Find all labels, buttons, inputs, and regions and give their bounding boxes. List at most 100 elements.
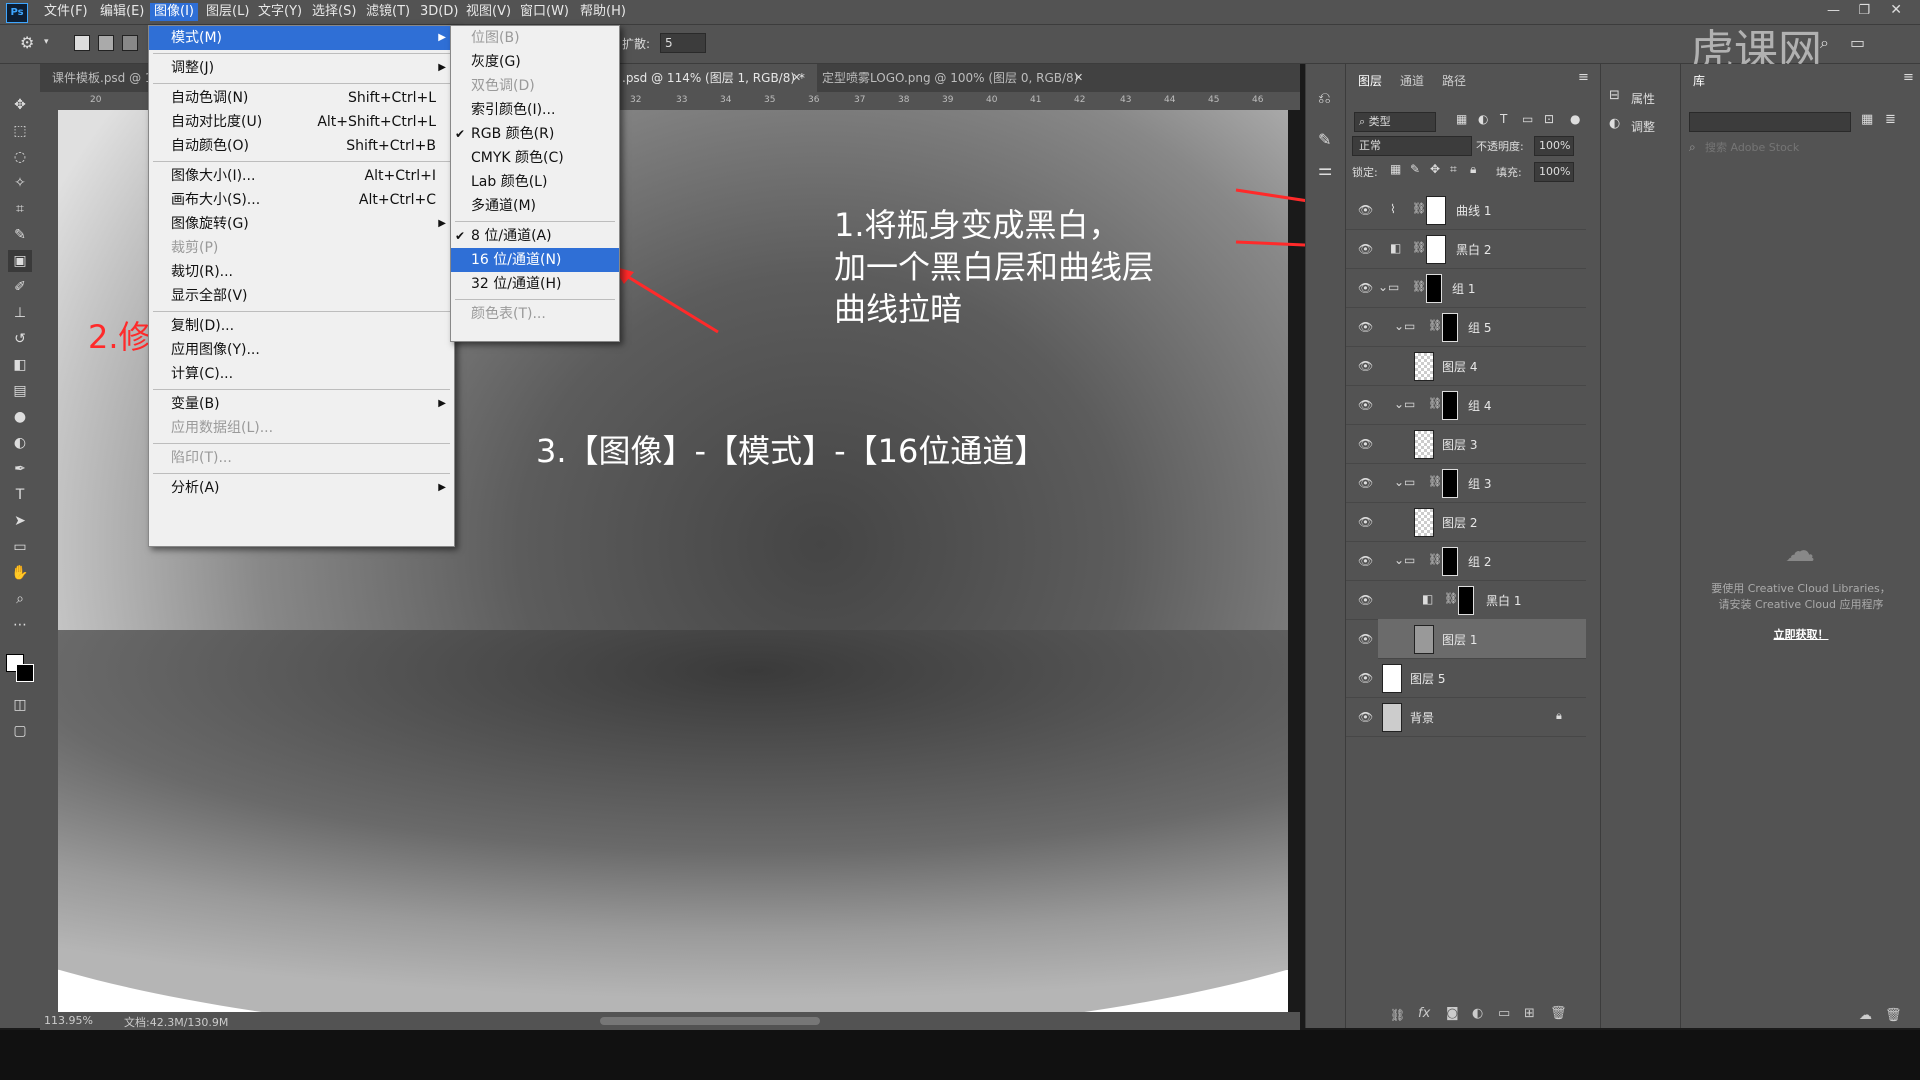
menu-item-mode[interactable]: 模式(M) ▶ — [149, 26, 454, 50]
trash-icon[interactable]: 🗑︎ — [1550, 1006, 1567, 1021]
menu-item-duplicate[interactable]: 复制(D)... — [149, 314, 454, 338]
mode-item-8bit[interactable]: ✔ 8 位/通道(A) — [451, 224, 619, 248]
zoom-level[interactable]: 113.95% — [44, 1014, 93, 1027]
marquee-tool-icon[interactable]: ⬚ — [8, 120, 32, 142]
pen-tool-icon[interactable]: ✒ — [8, 458, 32, 480]
add-mask-icon[interactable]: ◙ — [1446, 1006, 1459, 1021]
mode-item-cmyk[interactable]: CMYK 颜色(C) — [451, 146, 619, 170]
zoom-tool-icon[interactable]: ⌕ — [8, 588, 32, 610]
fill-input[interactable]: 100% — [1534, 162, 1574, 182]
filter-toggle-icon[interactable]: ● — [1570, 112, 1580, 126]
adjustments-label[interactable]: 调整 — [1631, 118, 1655, 135]
menu-3d[interactable]: 3D(D) — [416, 3, 462, 21]
visibility-eye-icon[interactable]: 👁︎ — [1358, 281, 1373, 295]
layer-row[interactable]: 👁︎ 图层 4 — [1346, 346, 1586, 386]
horizontal-scrollbar[interactable] — [600, 1017, 820, 1025]
tab-layers[interactable]: 图层 — [1358, 72, 1382, 89]
visibility-eye-icon[interactable]: 👁︎ — [1358, 710, 1373, 724]
tab-active-document[interactable]: .psd @ 114% (图层 1, RGB/8) * — [610, 64, 817, 92]
visibility-eye-icon[interactable]: 👁︎ — [1358, 593, 1373, 607]
new-layer-icon[interactable]: ⊞ — [1524, 1006, 1535, 1021]
lasso-tool-icon[interactable]: ◌ — [8, 146, 32, 168]
history-brush-icon[interactable]: ↺ — [8, 328, 32, 350]
restore-icon[interactable]: ❐ — [1858, 3, 1870, 18]
panel-menu-icon[interactable]: ≡ — [1578, 70, 1589, 85]
menu-item-variables[interactable]: 变量(B) ▶ — [149, 392, 454, 416]
lock-position-icon[interactable]: ✥ — [1430, 162, 1440, 176]
stamp-tool-icon[interactable]: ⊥ — [8, 302, 32, 324]
menu-item-auto-color[interactable]: 自动颜色(O) Shift+Ctrl+B — [149, 134, 454, 158]
tab-channels[interactable]: 通道 — [1400, 72, 1424, 89]
menu-item-auto-tone[interactable]: 自动色调(N) Shift+Ctrl+L — [149, 86, 454, 110]
menu-edit[interactable]: 编辑(E) — [96, 3, 148, 21]
filter-pixel-icon[interactable]: ▦ — [1456, 112, 1467, 126]
blend-mode-select[interactable]: 正常 — [1352, 136, 1472, 156]
spread-input[interactable]: 5 — [660, 33, 706, 53]
patch-tool-icon[interactable]: ⚙ — [20, 33, 34, 52]
folder-expanded-icon[interactable]: ⌄▭ — [1394, 319, 1415, 333]
library-title[interactable]: 库 — [1693, 72, 1705, 89]
minimize-icon[interactable]: — — [1827, 3, 1840, 18]
tab-close-icon[interactable]: ✕ — [1074, 71, 1083, 84]
close-icon[interactable]: ✕ — [1890, 2, 1902, 18]
menu-image[interactable]: 图像(I) — [150, 3, 198, 21]
mode-item-32bit[interactable]: 32 位/通道(H) — [451, 272, 619, 296]
blur-tool-icon[interactable]: ● — [8, 406, 32, 428]
menu-item-canvas-size[interactable]: 画布大小(S)... Alt+Ctrl+C — [149, 188, 454, 212]
layer-row[interactable]: 👁︎ ◧ ⛓ 黑白 2 — [1346, 229, 1586, 269]
new-group-icon[interactable]: ▭ — [1498, 1006, 1510, 1021]
opacity-input[interactable]: 100% — [1534, 136, 1574, 156]
layer-row[interactable]: 👁︎ 图层 3 — [1346, 424, 1586, 464]
layer-row-selected[interactable]: 图层 1 — [1378, 619, 1586, 659]
chevron-down-icon[interactable]: ▾ — [44, 37, 49, 47]
add-selection-icon[interactable] — [98, 35, 114, 51]
link-layers-icon[interactable]: ⛓ — [1390, 1008, 1405, 1022]
layer-row[interactable]: 👁︎ 图层 5 — [1346, 658, 1586, 698]
cloud-sync-icon[interactable]: ☁ — [1859, 1008, 1872, 1023]
mode-item-indexed[interactable]: 索引颜色(I)... — [451, 98, 619, 122]
tab-close-icon[interactable]: ✕ — [792, 71, 801, 84]
mode-item-16bit[interactable]: 16 位/通道(N) — [451, 248, 619, 272]
menu-type[interactable]: 文字(Y) — [254, 3, 306, 21]
patch-tool-icon[interactable]: ▣ — [8, 250, 32, 272]
list-view-icon[interactable]: ≣ — [1885, 112, 1896, 127]
layer-row[interactable]: 👁︎ ◧ ⛓ 黑白 1 — [1346, 580, 1586, 620]
more-tools-icon[interactable]: ⋯ — [8, 614, 32, 636]
lock-pixels-icon[interactable]: ✎ — [1410, 162, 1420, 176]
library-select[interactable] — [1689, 112, 1851, 132]
lock-artboard-icon[interactable]: ⌗ — [1450, 162, 1457, 177]
menu-item-auto-contrast[interactable]: 自动对比度(U) Alt+Shift+Ctrl+L — [149, 110, 454, 134]
mode-item-lab[interactable]: Lab 颜色(L) — [451, 170, 619, 194]
layer-row[interactable]: 👁︎ ⌄▭ ⛓ 组 2 — [1346, 541, 1586, 581]
visibility-eye-icon[interactable]: 👁︎ — [1358, 554, 1373, 568]
quick-mask-icon[interactable]: ◫ — [8, 694, 32, 716]
move-tool-icon[interactable]: ✥ — [8, 94, 32, 116]
menu-layer[interactable]: 图层(L) — [202, 3, 253, 21]
screen-mode-icon[interactable]: ▢ — [8, 720, 32, 742]
visibility-eye-icon[interactable]: 👁︎ — [1358, 242, 1373, 256]
brush-panel-icon[interactable]: ✎ — [1318, 130, 1331, 149]
filter-smart-icon[interactable]: ⊡ — [1544, 112, 1554, 126]
visibility-eye-icon[interactable]: 👁︎ — [1358, 398, 1373, 412]
layer-row[interactable]: 👁︎ ⌄▭ ⛓ 组 4 — [1346, 385, 1586, 425]
type-tool-icon[interactable]: T — [8, 484, 32, 506]
visibility-eye-icon[interactable]: 👁︎ — [1358, 437, 1373, 451]
menu-file[interactable]: 文件(F) — [40, 3, 92, 21]
lock-all-icon[interactable]: 🔒︎ — [1470, 162, 1476, 177]
menu-filter[interactable]: 滤镜(T) — [362, 3, 414, 21]
adjustments-icon[interactable]: ◐ — [1609, 116, 1620, 131]
mode-item-rgb[interactable]: ✔ RGB 颜色(R) — [451, 122, 619, 146]
new-adjustment-icon[interactable]: ◐ — [1472, 1006, 1483, 1021]
filter-shape-icon[interactable]: ▭ — [1522, 112, 1533, 126]
menu-item-calculations[interactable]: 计算(C)... — [149, 362, 454, 386]
layer-row[interactable]: 👁︎ ⌄▭ ⛓ 组 1 — [1346, 268, 1586, 308]
workspace-icon[interactable]: ▭ — [1850, 33, 1865, 52]
menu-item-reveal-all[interactable]: 显示全部(V) — [149, 284, 454, 308]
layer-filter-select[interactable]: ⌕ 类型 — [1354, 112, 1436, 132]
visibility-eye-icon[interactable]: 👁︎ — [1358, 632, 1373, 646]
panel-menu-icon[interactable]: ≡ — [1903, 70, 1914, 85]
properties-label[interactable]: 属性 — [1631, 90, 1655, 107]
visibility-eye-icon[interactable]: 👁︎ — [1358, 476, 1373, 490]
crop-tool-icon[interactable]: ⌗ — [8, 198, 32, 220]
stock-search-input[interactable] — [1703, 138, 1897, 156]
